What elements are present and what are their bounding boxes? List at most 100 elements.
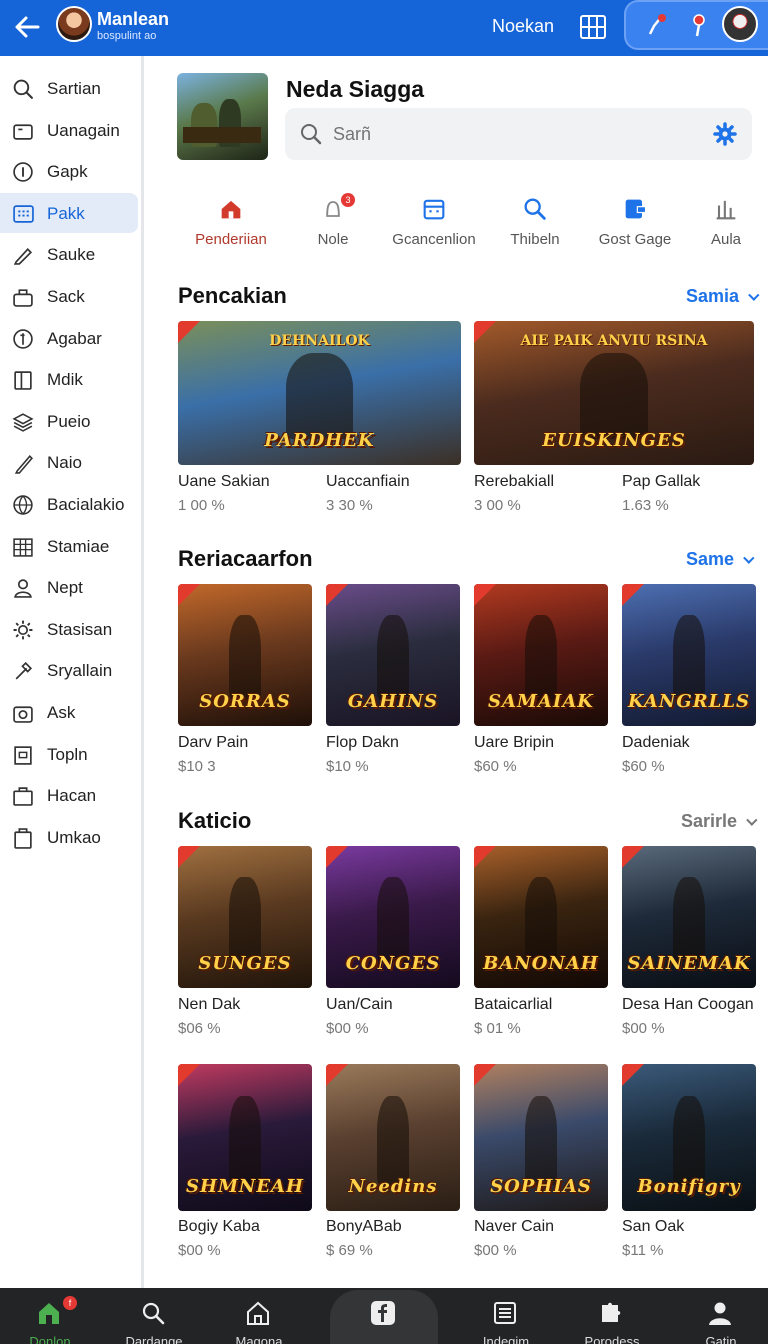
category-tab[interactable]: Thibeln	[485, 195, 585, 255]
cover-logo-text: SUNGES	[198, 953, 292, 974]
settings-gear-icon[interactable]	[713, 122, 737, 146]
game-cover-image[interactable]: SAINEMAK	[622, 846, 756, 988]
sidebar-item[interactable]: Pakk	[0, 192, 138, 233]
game-title[interactable]: Pap Gallak	[622, 473, 700, 491]
sidebar-item-label: Nept	[47, 578, 83, 598]
sidebar-item-label: Uanagain	[47, 120, 120, 140]
game-title[interactable]: Bataicarlial	[474, 996, 552, 1014]
section-title: Katicio	[178, 808, 252, 833]
book-icon	[14, 371, 32, 390]
bottom-nav-item[interactable]: f Donlon	[0, 1288, 105, 1344]
section-title: Pencakian	[178, 283, 287, 308]
category-label: Gost Gage	[598, 231, 672, 248]
sidebar-item[interactable]: Ask	[0, 692, 138, 732]
sidebar-item[interactable]: Mdik	[0, 359, 138, 399]
hot-flag	[474, 584, 496, 606]
bottom-nav-item[interactable]	[329, 1288, 439, 1344]
profile-avatar[interactable]	[722, 6, 758, 42]
sidebar-item[interactable]: Agabar	[0, 318, 138, 358]
search-input[interactable]	[333, 120, 693, 148]
category-tab[interactable]: Penderiian	[181, 195, 281, 255]
game-title[interactable]: Flop Dakn	[326, 734, 399, 752]
grid-icon	[13, 205, 34, 223]
hot-flag	[178, 846, 200, 868]
cover-logo-text: SHMNEAH	[185, 1176, 305, 1197]
sidebar-item[interactable]: Sack	[0, 276, 138, 316]
top-link[interactable]: Noekan	[492, 16, 554, 37]
sidebar-item[interactable]: Gapk	[0, 151, 138, 191]
character-figure	[524, 1096, 558, 1185]
game-title[interactable]: Uaccanfiain	[326, 473, 410, 491]
game-cover-image[interactable]: Needins	[326, 1064, 460, 1211]
game-cover-image[interactable]: CONGES	[326, 846, 460, 988]
game-title[interactable]: Dadeniak	[622, 734, 690, 752]
sidebar-item[interactable]: Stamiae	[0, 526, 138, 566]
game-title[interactable]: Naver Cain	[474, 1218, 554, 1236]
character-figure	[228, 1096, 262, 1185]
game-price: $10 %	[326, 758, 369, 775]
sidebar-item[interactable]: Sauke	[0, 234, 138, 274]
cover-logo-text: Needins	[348, 1176, 438, 1197]
sidebar-item-label: Sartian	[47, 79, 101, 98]
game-title[interactable]: BonyABab	[326, 1218, 402, 1236]
user-avatar[interactable]	[56, 6, 92, 42]
category-tab[interactable]: 3 Nole	[283, 193, 383, 255]
game-title[interactable]: Rerebakiall	[474, 473, 554, 491]
bottom-nav-item[interactable]: Dardange	[99, 1288, 209, 1344]
game-cover-image[interactable]: SAMAIAK	[474, 584, 608, 726]
sidebar-item[interactable]: Bacialakio	[0, 484, 138, 524]
sidebar-item[interactable]: Naio	[0, 442, 138, 482]
sidebar-item[interactable]: Nept	[0, 567, 138, 607]
game-cover-image[interactable]: SOPHIAS	[474, 1064, 608, 1211]
game-title[interactable]: San Oak	[622, 1218, 684, 1236]
game-cover-image[interactable]: SHMNEAH	[178, 1064, 312, 1211]
character-figure	[376, 615, 410, 701]
sidebar-item[interactable]: Uanagain	[0, 110, 138, 150]
sidebar-item[interactable]: Sartian	[0, 68, 138, 108]
game-cover-image[interactable]: SUNGES	[178, 846, 312, 988]
game-title[interactable]: Uan/Cain	[326, 996, 393, 1014]
square-icon	[14, 745, 32, 765]
pin-icon[interactable]	[642, 10, 672, 40]
game-title[interactable]: Bogiy Kaba	[178, 1218, 260, 1236]
section-see-more-link[interactable]: Samia	[686, 286, 755, 307]
section-see-more-link[interactable]: Same	[686, 549, 750, 570]
sidebar-item[interactable]: Topln	[0, 734, 138, 774]
game-title[interactable]: Nen Dak	[178, 996, 240, 1014]
table-icon	[13, 537, 33, 557]
location-icon[interactable]	[684, 10, 714, 40]
sidebar-item[interactable]: Hacan	[0, 775, 138, 815]
bottom-nav-item[interactable]: Magona	[204, 1288, 314, 1344]
game-title[interactable]: Desa Han Coogan	[622, 996, 754, 1014]
game-title[interactable]: Darv Pain	[178, 734, 248, 752]
bottom-nav-label: Donlon	[29, 1334, 71, 1344]
game-cover-image[interactable]: BANONAH	[474, 846, 608, 988]
category-tab[interactable]: Aula	[676, 195, 768, 255]
coin-icon	[13, 328, 33, 349]
back-button[interactable]	[8, 8, 46, 46]
sidebar-item[interactable]: Sryallain	[0, 650, 138, 690]
sidebar-item[interactable]: Pueio	[0, 401, 138, 441]
bottom-nav-item[interactable]: Gatin	[666, 1288, 768, 1344]
bottom-nav-item[interactable]: Porodess	[557, 1288, 667, 1344]
game-cover-image[interactable]: DEHNAILOK PARDHEK	[178, 321, 461, 465]
game-price: $00 %	[622, 1020, 665, 1037]
category-tab[interactable]: Gcancenlion	[384, 195, 484, 255]
game-title[interactable]: Uare Bripin	[474, 734, 554, 752]
game-title[interactable]: Uane Sakian	[178, 473, 270, 491]
grid-icon[interactable]	[578, 12, 608, 42]
category-tab[interactable]: Gost Gage	[585, 195, 685, 255]
sidebar-item[interactable]: Stasisan	[0, 609, 138, 649]
game-cover-image[interactable]: GAHINS	[326, 584, 460, 726]
bottom-nav-item[interactable]: Indegim	[451, 1288, 561, 1344]
hot-flag	[326, 1064, 348, 1086]
game-cover-image[interactable]: AIE PAIK ANVIU RSINA EUISKINGES	[474, 321, 754, 465]
game-cover-image[interactable]: KANGRLLS	[622, 584, 756, 726]
list-icon	[494, 1302, 516, 1324]
featured-thumbnail[interactable]	[177, 73, 268, 160]
section-see-more-link[interactable]: Sarirle	[681, 811, 753, 832]
game-cover-image[interactable]: Bonifigry	[622, 1064, 756, 1211]
arrow-left-icon	[15, 16, 40, 38]
sidebar-item[interactable]: Umkao	[0, 817, 138, 857]
game-cover-image[interactable]: SORRAS	[178, 584, 312, 726]
